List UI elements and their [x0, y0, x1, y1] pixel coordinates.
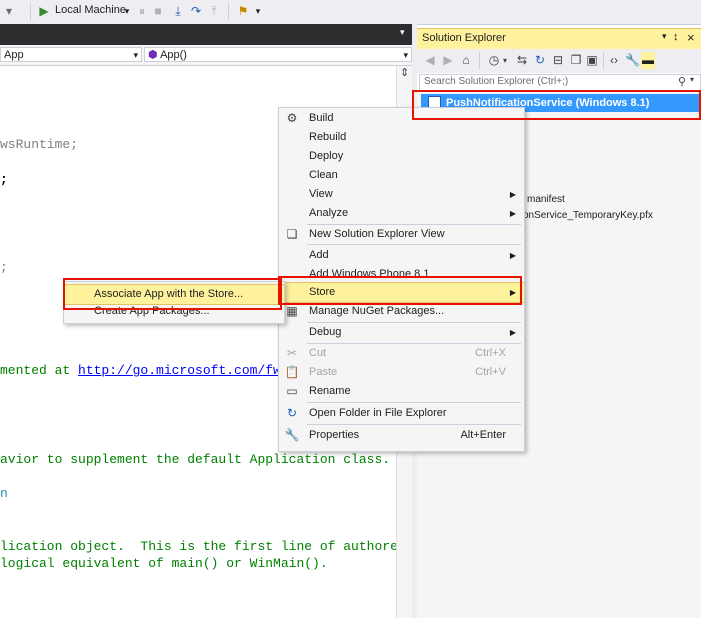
menu-item-view[interactable]: View ▶ [279, 184, 524, 205]
step-into-icon[interactable]: ⤓ [172, 3, 184, 20]
browser-link-icon[interactable]: ⚑ [236, 3, 250, 20]
history-icon[interactable]: ◷ [487, 52, 501, 69]
menu-item-deploy[interactable]: Deploy [279, 146, 524, 167]
menu-item-paste[interactable]: 📋 Paste Ctrl+V [279, 362, 524, 383]
code-line: ; [0, 260, 8, 275]
wrench-icon: 🔧 [284, 428, 300, 442]
type-dropdown-value: App [4, 49, 24, 61]
method-icon: ⬢ [148, 49, 158, 61]
menu-item-cut[interactable]: ✂ Cut Ctrl+X [279, 343, 524, 364]
view-code-icon[interactable]: ‹› [607, 52, 621, 69]
callout-highlight-project [412, 90, 701, 120]
collapse-all-icon[interactable]: ⊟ [551, 52, 565, 69]
build-icon: ⚙ [286, 111, 298, 125]
member-dropdown-value: App() [160, 49, 187, 61]
chevron-down-icon: ▾ [403, 50, 408, 60]
properties-icon[interactable]: 🔧 [625, 52, 640, 69]
close-icon[interactable]: × [687, 30, 695, 45]
menu-item-open-folder[interactable]: ↻ Open Folder in File Explorer [279, 403, 524, 424]
search-input[interactable]: Search Solution Explorer (Ctrl+;) [424, 76, 568, 87]
split-view-icon[interactable]: ⇕ [400, 66, 409, 79]
pause-icon[interactable]: ⏸ [136, 3, 148, 20]
window-position-dropdown-icon[interactable]: ▾ [662, 31, 667, 42]
open-folder-icon: ↻ [286, 406, 298, 420]
code-line: avior to supplement the default Applicat… [0, 452, 391, 467]
doc-link[interactable]: http://go.microsoft.com/fwli [78, 363, 296, 378]
nuget-icon: ▦ [286, 304, 298, 318]
paste-icon: 📋 [284, 365, 300, 379]
step-out-icon[interactable]: ⤒ [208, 3, 220, 20]
menu-item-new-solution-explorer-view[interactable]: ❏ New Solution Explorer View [279, 224, 524, 245]
menu-item-rebuild[interactable]: Rebuild [279, 127, 524, 148]
chevron-down-icon[interactable]: ▾ [501, 52, 509, 69]
code-line: logical equivalent of main() or WinMain(… [0, 556, 328, 571]
callout-highlight-store [278, 276, 522, 305]
submenu-arrow-icon: ▶ [509, 209, 516, 218]
sync-icon[interactable]: ⇆ [515, 52, 529, 69]
editor-tab-strip: ▾ [0, 24, 412, 45]
run-target-dropdown-icon[interactable]: ▾ [122, 3, 132, 20]
code-line: ; [0, 172, 8, 187]
menu-item-add[interactable]: Add ▶ [279, 245, 524, 266]
code-line: lication object. This is the first line … [0, 539, 422, 554]
code-line: n [0, 486, 8, 501]
search-icon[interactable]: ⚲ [678, 75, 686, 88]
dropdown-arrow-icon[interactable]: ▾ [2, 3, 16, 20]
refresh-icon[interactable]: ↻ [533, 52, 547, 69]
tab-list-dropdown-icon[interactable]: ▾ [400, 27, 405, 38]
menu-item-debug[interactable]: Debug ▶ [279, 322, 524, 343]
stop-icon[interactable]: ■ [152, 3, 164, 20]
pending-changes-icon[interactable]: ▬ [641, 52, 655, 69]
submenu-arrow-icon: ▶ [509, 251, 516, 260]
solution-explorer-toolbar: ◀ ▶ ⌂ ◷ ▾ ⇆ ↻ ⊟ ❐ ▣ ‹› 🔧 ▬ [417, 49, 701, 73]
menu-item-analyze[interactable]: Analyze ▶ [279, 203, 524, 224]
chevron-down-icon: ▾ [133, 50, 138, 60]
main-toolbar: ▾ ▶ Local Machine ▾ ⏸ ■ ⤓ ↷ ⤒ ⚑ ▾ [0, 0, 701, 25]
toolbar-overflow-icon[interactable]: ▾ [254, 3, 262, 20]
submenu-arrow-icon: ▶ [509, 328, 516, 337]
type-dropdown[interactable]: App ▾ [0, 47, 142, 62]
menu-item-properties[interactable]: 🔧 Properties Alt+Enter [279, 425, 524, 446]
menu-item-clean[interactable]: Clean [279, 165, 524, 186]
solution-explorer-search[interactable]: Search Solution Explorer (Ctrl+;) ⚲ ▾ [419, 74, 701, 91]
callout-highlight-associate [63, 278, 282, 310]
editor-navigation-bar: App ▾ ⬢ App() ▾ [0, 45, 412, 66]
solution-explorer-title-bar: Solution Explorer ▾ ↕ × [417, 28, 701, 49]
code-line: mented at http://go.microsoft.com/fwli [0, 363, 297, 378]
cut-icon: ✂ [286, 346, 298, 360]
pin-icon[interactable]: ↕ [673, 31, 679, 43]
tree-item[interactable]: manifest [527, 194, 565, 205]
code-line: wsRuntime; [0, 137, 79, 152]
solution-explorer-title: Solution Explorer [422, 32, 506, 44]
run-target-label[interactable]: Local Machine [55, 4, 126, 16]
home-icon[interactable]: ⌂ [459, 52, 473, 69]
step-over-icon[interactable]: ↷ [190, 3, 202, 20]
back-icon[interactable]: ◀ [423, 52, 437, 69]
menu-item-rename[interactable]: ▭ Rename [279, 381, 524, 402]
submenu-arrow-icon: ▶ [509, 190, 516, 199]
tree-item[interactable]: onService_TemporaryKey.pfx [523, 210, 653, 221]
new-view-icon: ❏ [286, 227, 298, 241]
forward-icon[interactable]: ▶ [441, 52, 455, 69]
rename-icon: ▭ [286, 384, 298, 398]
member-dropdown[interactable]: ⬢ App() ▾ [144, 47, 412, 62]
show-all-files-icon[interactable]: ❐ [569, 52, 583, 69]
play-icon[interactable]: ▶ [38, 3, 50, 20]
chevron-down-icon[interactable]: ▾ [690, 75, 694, 84]
preview-icon[interactable]: ▣ [585, 52, 599, 69]
